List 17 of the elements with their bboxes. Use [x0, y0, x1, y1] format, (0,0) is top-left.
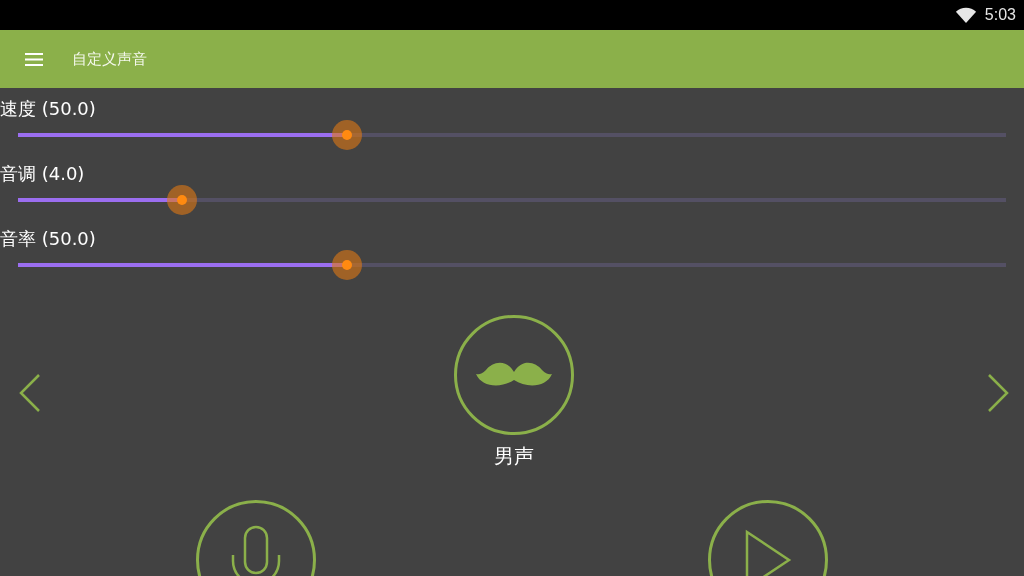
slider-thumb[interactable] [332, 120, 362, 150]
play-icon [743, 528, 793, 576]
microphone-icon [229, 525, 283, 576]
voice-label: 男声 [494, 443, 534, 470]
slider-thumb[interactable] [167, 185, 197, 215]
menu-icon [25, 52, 43, 66]
wifi-icon [954, 6, 977, 24]
app-title: 自定义声音 [72, 49, 147, 69]
next-button[interactable] [986, 373, 1010, 413]
slider-thumb[interactable] [332, 250, 362, 280]
slider-label: 速度 (50.0) [0, 97, 97, 121]
slider-label: 音率 (50.0) [0, 227, 97, 251]
voice-button[interactable] [454, 315, 574, 435]
previous-button[interactable] [18, 373, 42, 413]
menu-button[interactable] [25, 52, 43, 66]
clock-time: 5:03 [984, 6, 1016, 24]
slider-label: 音调 (4.0) [0, 162, 86, 186]
